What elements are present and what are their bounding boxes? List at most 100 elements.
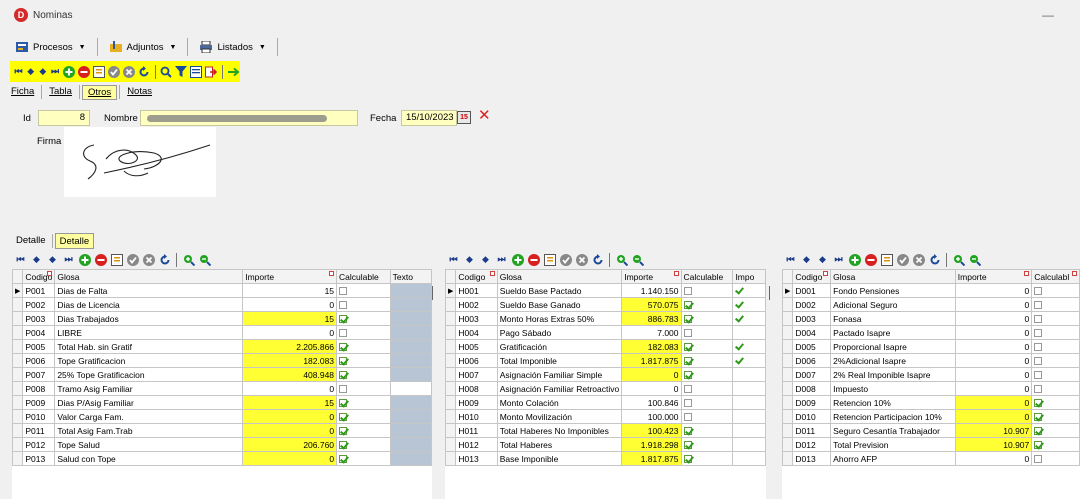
calculable-cell[interactable] bbox=[680, 409, 734, 424]
impo-cell[interactable] bbox=[732, 297, 766, 312]
calculable-cell[interactable] bbox=[1031, 423, 1080, 438]
codigo-cell[interactable]: P002 bbox=[22, 297, 56, 312]
impo-cell[interactable] bbox=[732, 381, 766, 396]
calculable-cell[interactable] bbox=[1031, 451, 1080, 466]
prev-record-icon[interactable]: ◆ bbox=[800, 253, 813, 266]
codigo-cell[interactable]: H009 bbox=[455, 395, 498, 410]
calculable-cell[interactable] bbox=[1031, 325, 1080, 340]
calculable-header[interactable]: Calculable bbox=[680, 269, 734, 284]
glosa-cell[interactable]: 2% Real Imponible Isapre bbox=[830, 367, 956, 382]
importe-cell[interactable]: 7.000 bbox=[621, 325, 682, 340]
tab-detalle-2[interactable]: Detalle bbox=[54, 233, 95, 249]
calculable-checkbox[interactable] bbox=[1034, 287, 1043, 296]
importe-cell[interactable]: 0 bbox=[954, 367, 1033, 382]
codigo-header[interactable]: Codigo bbox=[792, 269, 832, 284]
refresh-icon[interactable] bbox=[928, 253, 941, 266]
glosa-cell[interactable]: Tope Salud bbox=[54, 437, 244, 452]
calculable-checkbox[interactable] bbox=[339, 287, 348, 296]
codigo-cell[interactable]: H011 bbox=[455, 423, 498, 438]
calculable-cell[interactable] bbox=[1031, 353, 1080, 368]
importe-cell[interactable]: 2.205.866 bbox=[242, 339, 338, 354]
calculable-cell[interactable] bbox=[336, 395, 391, 410]
table-row[interactable]: H007 Asignación Familiar Simple 0 bbox=[445, 367, 766, 382]
importe-cell[interactable]: 100.846 bbox=[621, 395, 682, 410]
calculable-cell[interactable] bbox=[1031, 409, 1080, 424]
table-row[interactable]: ▶ P001 Dias de Falta 15 bbox=[12, 283, 432, 298]
codigo-cell[interactable]: H007 bbox=[455, 367, 498, 382]
codigo-cell[interactable]: D008 bbox=[792, 381, 832, 396]
importe-cell[interactable]: 0 bbox=[954, 381, 1033, 396]
prev-record-icon[interactable]: ◆ bbox=[30, 253, 43, 266]
importe-cell[interactable]: 15 bbox=[242, 395, 338, 410]
first-record-icon[interactable]: ⏮ bbox=[784, 253, 797, 266]
importe-cell[interactable]: 100.423 bbox=[621, 423, 682, 438]
last-record-icon[interactable]: ⏭ bbox=[62, 253, 75, 266]
calculable-checkbox[interactable] bbox=[683, 301, 692, 310]
exit-icon[interactable] bbox=[205, 65, 218, 78]
edit-record-icon[interactable] bbox=[110, 253, 123, 266]
calculable-checkbox[interactable] bbox=[1034, 413, 1043, 422]
calculable-cell[interactable] bbox=[680, 325, 734, 340]
table-row[interactable]: P009 Dias P/Asig Familiar 15 bbox=[12, 395, 432, 410]
calculable-cell[interactable] bbox=[336, 423, 391, 438]
codigo-cell[interactable]: P009 bbox=[22, 395, 56, 410]
last-record-icon[interactable]: ⏭ bbox=[495, 253, 508, 266]
calculable-header[interactable]: Calculable bbox=[336, 269, 391, 284]
codigo-cell[interactable]: H002 bbox=[455, 297, 498, 312]
calculable-checkbox[interactable] bbox=[683, 329, 692, 338]
glosa-cell[interactable]: Tope Gratificacion bbox=[54, 353, 244, 368]
first-record-icon[interactable]: ⏮ bbox=[447, 253, 460, 266]
tab-tabla[interactable]: Tabla bbox=[44, 85, 77, 100]
calculable-checkbox[interactable] bbox=[339, 399, 348, 408]
impo-cell[interactable] bbox=[732, 325, 766, 340]
calculable-checkbox[interactable] bbox=[339, 301, 348, 310]
tab-otros[interactable]: Otros bbox=[81, 84, 118, 100]
cancel-record-icon[interactable] bbox=[912, 253, 925, 266]
prev-record-icon[interactable]: ◆ bbox=[26, 65, 35, 78]
zoom-in-icon[interactable] bbox=[952, 253, 965, 266]
impo-cell[interactable] bbox=[732, 423, 766, 438]
codigo-cell[interactable]: P013 bbox=[22, 451, 56, 466]
glosa-cell[interactable]: Dias Trabajados bbox=[54, 311, 244, 326]
glosa-cell[interactable]: 25% Tope Gratificacion bbox=[54, 367, 244, 382]
table-row[interactable]: H006 Total Imponible 1.817.875 bbox=[445, 353, 766, 368]
calculable-cell[interactable] bbox=[336, 437, 391, 452]
calculable-cell[interactable] bbox=[680, 297, 734, 312]
glosa-cell[interactable]: Impuesto bbox=[830, 381, 956, 396]
glosa-cell[interactable]: Fondo Pensiones bbox=[830, 283, 956, 298]
edit-record-icon[interactable] bbox=[92, 65, 105, 78]
refresh-icon[interactable] bbox=[138, 65, 150, 78]
impo-cell[interactable] bbox=[732, 283, 766, 298]
delete-record-icon[interactable] bbox=[77, 65, 90, 78]
table-row[interactable]: H004 Pago Sábado 7.000 bbox=[445, 325, 766, 340]
importe-cell[interactable]: 0 bbox=[242, 409, 338, 424]
table-row[interactable]: H012 Total Haberes 1.918.298 bbox=[445, 437, 766, 452]
table-row[interactable]: ▶ D001 Fondo Pensiones 0 bbox=[782, 283, 1080, 298]
table-row[interactable]: P003 Dias Trabajados 15 bbox=[12, 311, 432, 326]
post-record-icon[interactable] bbox=[126, 253, 139, 266]
glosa-cell[interactable]: Valor Carga Fam. bbox=[54, 409, 244, 424]
impo-cell[interactable] bbox=[732, 409, 766, 424]
calendar-icon[interactable]: 15 bbox=[457, 111, 471, 124]
post-record-icon[interactable] bbox=[559, 253, 572, 266]
texto-cell[interactable] bbox=[389, 311, 432, 326]
calculable-checkbox[interactable] bbox=[339, 427, 348, 436]
codigo-cell[interactable]: H004 bbox=[455, 325, 498, 340]
texto-cell[interactable] bbox=[389, 437, 432, 452]
zoom-in-icon[interactable] bbox=[615, 253, 628, 266]
codigo-cell[interactable]: P003 bbox=[22, 311, 56, 326]
calculable-header[interactable]: Calculabl bbox=[1031, 269, 1080, 284]
importe-header[interactable]: Importe bbox=[954, 269, 1033, 284]
add-record-icon[interactable] bbox=[78, 253, 91, 266]
glosa-cell[interactable]: Sueldo Base Ganado bbox=[496, 297, 623, 312]
post-record-icon[interactable] bbox=[896, 253, 909, 266]
importe-cell[interactable]: 1.918.298 bbox=[621, 437, 682, 452]
glosa-cell[interactable]: Seguro Cesantía Trabajador bbox=[830, 423, 956, 438]
glosa-cell[interactable]: Total Imponible bbox=[496, 353, 623, 368]
codigo-cell[interactable]: D004 bbox=[792, 325, 832, 340]
importe-header[interactable]: Importe bbox=[242, 269, 338, 284]
nombre-field[interactable] bbox=[140, 110, 358, 126]
glosa-cell[interactable]: Proporcional Isapre bbox=[830, 339, 956, 354]
next-record-icon[interactable]: ◆ bbox=[816, 253, 829, 266]
table-row[interactable]: P008 Tramo Asig Familiar 0 bbox=[12, 381, 432, 396]
